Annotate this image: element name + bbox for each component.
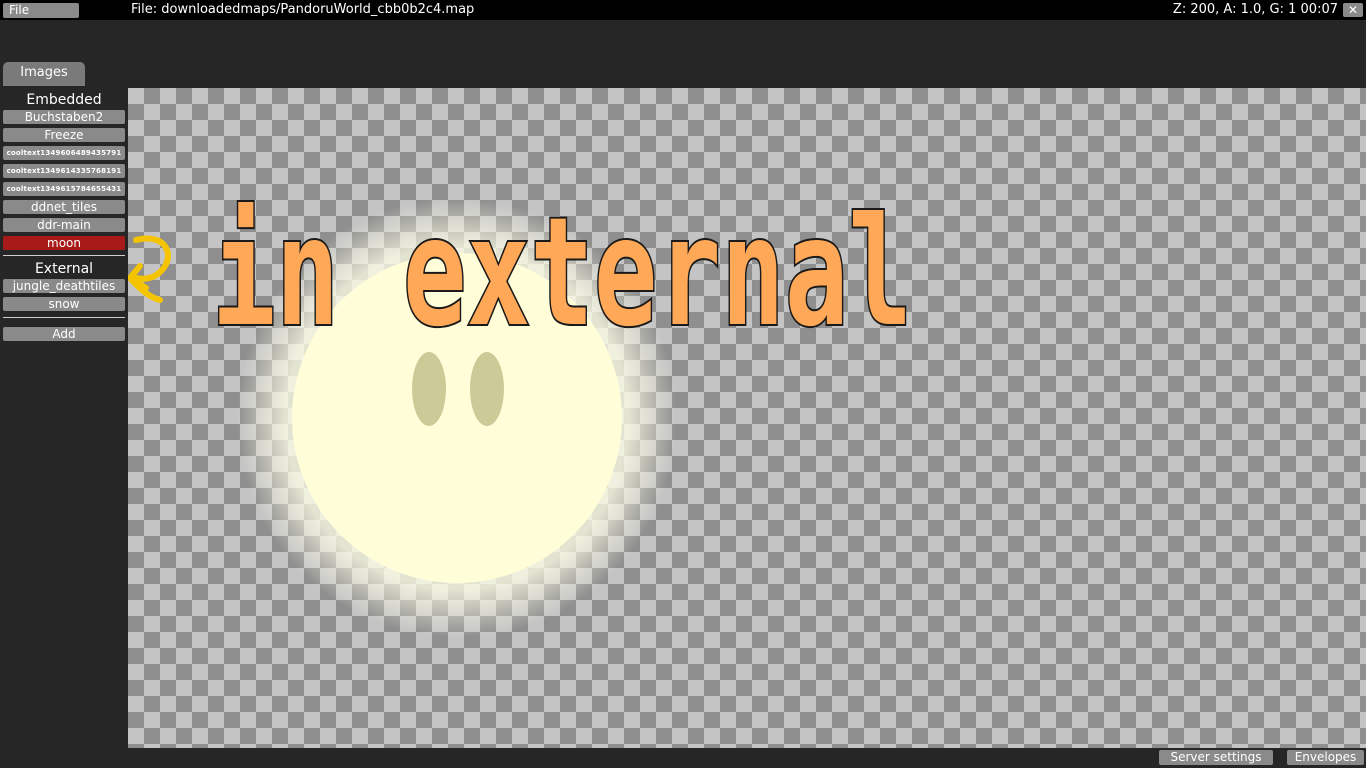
map-editor-window: File File: downloadedmaps/PandoruWorld_c…: [0, 0, 1366, 768]
section-divider: [3, 255, 125, 256]
image-item-cooltext-2[interactable]: cooltext1349614335768191: [3, 164, 125, 178]
close-icon[interactable]: ✕: [1343, 3, 1363, 17]
add-image-button[interactable]: Add: [3, 327, 125, 341]
image-item-moon[interactable]: moon: [3, 236, 125, 250]
annotation-text: in external: [212, 186, 912, 360]
moon-left-eye: [412, 352, 446, 426]
server-settings-button[interactable]: Server settings: [1159, 750, 1273, 765]
file-menu-button[interactable]: File: [3, 3, 79, 18]
image-item-cooltext-3[interactable]: cooltext1349615784655431: [3, 182, 125, 196]
envelopes-button[interactable]: Envelopes: [1287, 750, 1364, 765]
images-sidebar: Embedded Buchstaben2 Freeze cooltext1349…: [0, 86, 128, 768]
section-divider: [3, 317, 125, 318]
image-preview-art: in external: [128, 184, 914, 638]
bottom-bar: Server settings Envelopes: [128, 748, 1366, 768]
image-item-snow[interactable]: snow: [3, 297, 125, 311]
image-item-jungle-deathtiles[interactable]: jungle_deathtiles: [3, 279, 125, 293]
moon-right-eye: [470, 352, 504, 426]
external-section-title: External: [34, 261, 94, 277]
embedded-section-title: Embedded: [26, 92, 102, 108]
tab-images[interactable]: Images: [3, 62, 85, 86]
image-item-ddr-main[interactable]: ddr-main: [3, 218, 125, 232]
image-item-ddnet-tiles[interactable]: ddnet_tiles: [3, 200, 125, 214]
image-item-freeze[interactable]: Freeze: [3, 128, 125, 142]
top-bar: File File: downloadedmaps/PandoruWorld_c…: [0, 0, 1366, 20]
toolbar-area: [0, 20, 1366, 60]
image-item-buchstaben2[interactable]: Buchstaben2: [3, 110, 125, 124]
annotation-arrow-icon: [128, 235, 171, 303]
zoom-status-readout: Z: 200, A: 1.0, G: 1 00:07: [1172, 2, 1338, 17]
image-item-cooltext-1[interactable]: cooltext1349606489435791: [3, 146, 125, 160]
file-path-label: File: downloadedmaps/PandoruWorld_cbb0b2…: [131, 2, 475, 17]
image-preview-canvas[interactable]: in external: [128, 88, 1366, 748]
